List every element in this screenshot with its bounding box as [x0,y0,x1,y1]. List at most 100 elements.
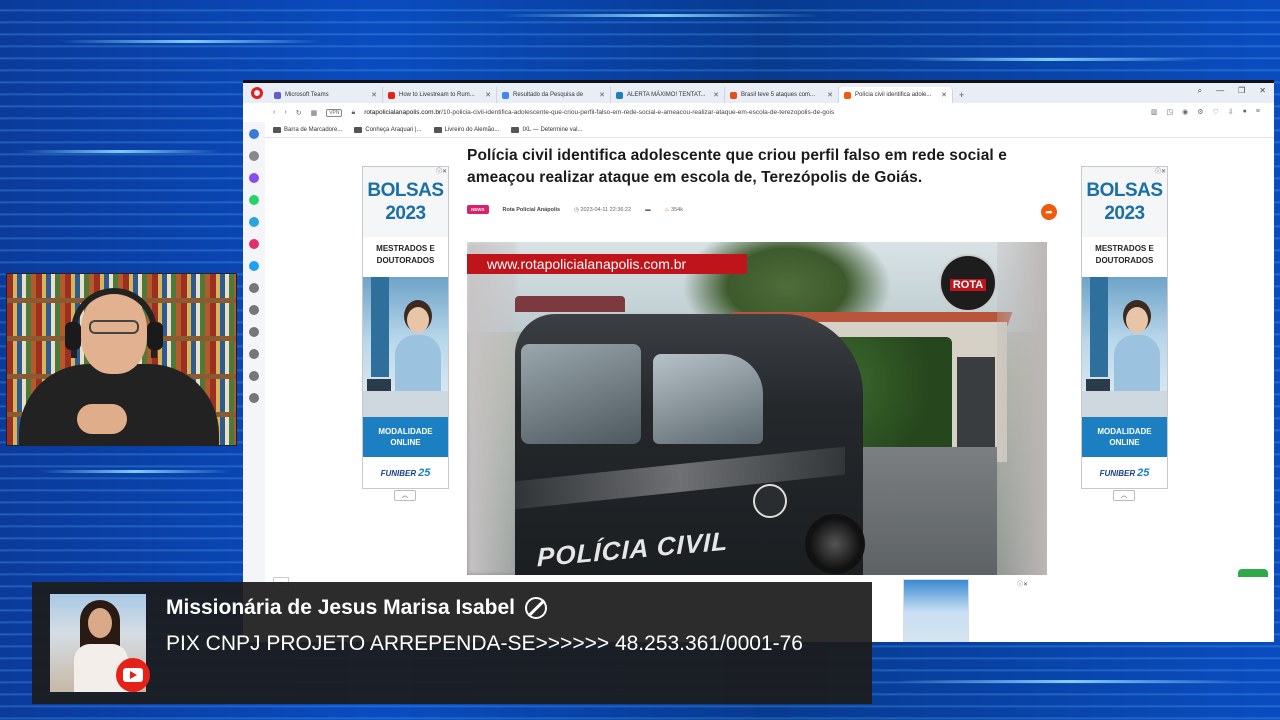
google-icon [502,91,509,99]
snapshot-icon[interactable]: ◳ [1167,108,1174,116]
folder-icon [511,126,520,133]
reader-icon[interactable]: ▥ [1151,108,1158,116]
lock-icon: 🔒︎ [351,108,356,116]
ad-photo [1082,277,1167,417]
ad-banner-right[interactable]: ⓘ✕ BOLSAS 2023 MESTRADOS E DOUTORADOS MOD… [1081,166,1168,489]
extensions-icon[interactable]: ⚙ [1197,108,1203,116]
bookmark-item[interactable]: Barra de Marcadore... [273,126,342,133]
site-icon [730,91,737,99]
ad-title: BOLSAS [1086,180,1163,201]
comment-icon[interactable]: ▬ [645,207,651,213]
heart-icon[interactable] [249,327,259,337]
camera-icon[interactable]: ◉ [1182,108,1188,116]
site-icon [844,91,851,99]
window-controls: ⌕ — ❐ ✕ [1198,86,1266,96]
share-button[interactable]: ➦ [1041,204,1057,220]
close-icon[interactable]: ✕ [713,91,719,99]
chat-tab[interactable] [1238,569,1268,577]
ad-brand: FUNIBER 25 [1099,467,1150,479]
ad-head: BOLSAS 2023 [1082,167,1167,237]
site-icon [616,91,623,99]
new-tab-button[interactable]: + [953,90,970,103]
tab-teams[interactable]: Microsoft Teams ✕ [269,87,383,103]
close-icon[interactable]: ✕ [599,91,605,99]
reload-icon[interactable]: ↻ [296,109,302,117]
heart-icon[interactable]: ♡ [1213,108,1219,116]
ad-title: BOLSAS [367,180,444,201]
ad-photo [363,277,448,417]
menu-icon[interactable]: ≡ [1256,108,1260,116]
send-icon[interactable] [249,305,259,315]
ad-close-icon[interactable]: ⓘ✕ [1155,166,1166,175]
police-emblem-icon [753,484,787,518]
folder-icon [433,126,442,133]
tabs-grid-icon[interactable]: ▦ [311,109,318,117]
article-views: ♨ 354k [664,206,683,213]
tab-livestream[interactable]: How to Livestream to Rum... ✕ [383,87,497,103]
pix-text: PIX CNPJ PROJETO ARREPENDA-SE>>>>>> 48.2… [166,632,803,655]
instagram-icon[interactable] [249,239,259,249]
teams-icon [274,91,281,99]
home-icon[interactable] [249,129,259,139]
tab-search[interactable]: Resultado da Pesquisa de ✕ [497,87,611,103]
ad-close-icon[interactable]: ⓘ✕ [1017,579,1028,588]
twitter-icon[interactable] [249,261,259,271]
tab-brasil[interactable]: Brasil teve 5 ataques com... ✕ [725,87,839,103]
close-icon[interactable]: ✕ [941,91,947,99]
ad-mode: MODALIDADE ONLINE [1082,417,1167,457]
search-icon[interactable]: ⌕ [1198,86,1202,96]
profile-icon[interactable]: ● [1243,108,1247,116]
maximize-icon[interactable]: ❐ [1238,86,1245,96]
close-window-icon[interactable]: ✕ [1259,86,1266,96]
close-icon[interactable]: ✕ [371,91,377,99]
vpn-badge[interactable]: VPN [326,108,343,117]
tab-policia-active[interactable]: Polícia civil identifica adole... ✕ [839,87,953,103]
bulb-icon[interactable] [249,393,259,403]
webcam-feed [6,273,237,446]
youtube-icon [388,91,395,99]
rota-logo: ROTA [939,254,997,312]
ad-brand: FUNIBER 25 [380,467,431,479]
tab-label: Resultado da Pesquisa de [513,92,584,98]
ad-collapse-right-button[interactable]: ︿ [1113,490,1135,501]
article-meta: NEWS Rota Policial Anápolis ◷ 2023-04-11… [467,205,683,214]
browser-sidebar [243,122,265,642]
small-ad-image[interactable] [903,579,969,642]
ad-subtitle: MESTRADOS E DOUTORADOS [1095,244,1154,265]
pin-icon[interactable] [249,151,259,161]
article-author[interactable]: Rota Policial Anápolis [503,207,561,213]
bookmark-item[interactable]: Conheça Araquari |... [354,126,422,133]
bookmark-item[interactable]: Livreiro do Alemão... [433,126,499,133]
browser-window: Microsoft Teams ✕ How to Livestream to Ru… [243,80,1274,642]
close-icon[interactable]: ✕ [827,91,833,99]
lower-third-banner: Missionária de Jesus Marisa Isabel PIX C… [32,582,872,704]
download-icon[interactable]: ⇩ [1228,108,1234,116]
folder-icon [273,126,281,133]
page-content: ⓘ✕ BOLSAS 2023 MESTRADOS E DOUTORADOS MOD… [265,139,1274,642]
history-icon[interactable] [249,349,259,359]
messenger-icon[interactable] [249,173,259,183]
ad-close-icon[interactable]: ⓘ✕ [436,166,447,175]
url-field[interactable]: rotapolicialanapolis.com.br/10-policia-c… [364,109,834,116]
ad-collapse-left-button[interactable]: ︿ [394,490,416,501]
bookmark-item[interactable]: IXL — Determine val... [511,126,582,133]
opera-logo-icon[interactable] [251,87,263,99]
telegram-icon[interactable] [249,217,259,227]
bookmarks-bar: Barra de Marcadore... Conheça Araquari |… [265,122,1274,138]
close-icon[interactable]: ✕ [485,91,491,99]
ad-year: 2023 [385,203,426,224]
ad-head: BOLSAS 2023 [363,167,448,237]
whatsapp-icon[interactable] [249,195,259,205]
player-icon[interactable] [249,283,259,293]
settings-icon[interactable] [249,371,259,381]
forward-icon[interactable]: › [284,109,286,116]
ad-subtitle: MESTRADOS E DOUTORADOS [376,244,435,265]
article-image[interactable]: POLÍCIA CIVIL www.rotapolicialanapolis.c… [467,242,1047,575]
address-bar: ‹ › ↻ ▦ VPN 🔒︎ rotapolicialanapolis.com.… [243,103,1274,122]
news-badge[interactable]: NEWS [467,205,489,214]
ad-banner-left[interactable]: ⓘ✕ BOLSAS 2023 MESTRADOS E DOUTORADOS MOD… [362,166,449,489]
tab-alerta[interactable]: ALERTA MÁXIMO! TENTAT... ✕ [611,87,725,103]
back-icon[interactable]: ‹ [273,109,275,116]
tab-label: ALERTA MÁXIMO! TENTAT... [627,92,706,98]
minimize-icon[interactable]: — [1216,86,1224,96]
